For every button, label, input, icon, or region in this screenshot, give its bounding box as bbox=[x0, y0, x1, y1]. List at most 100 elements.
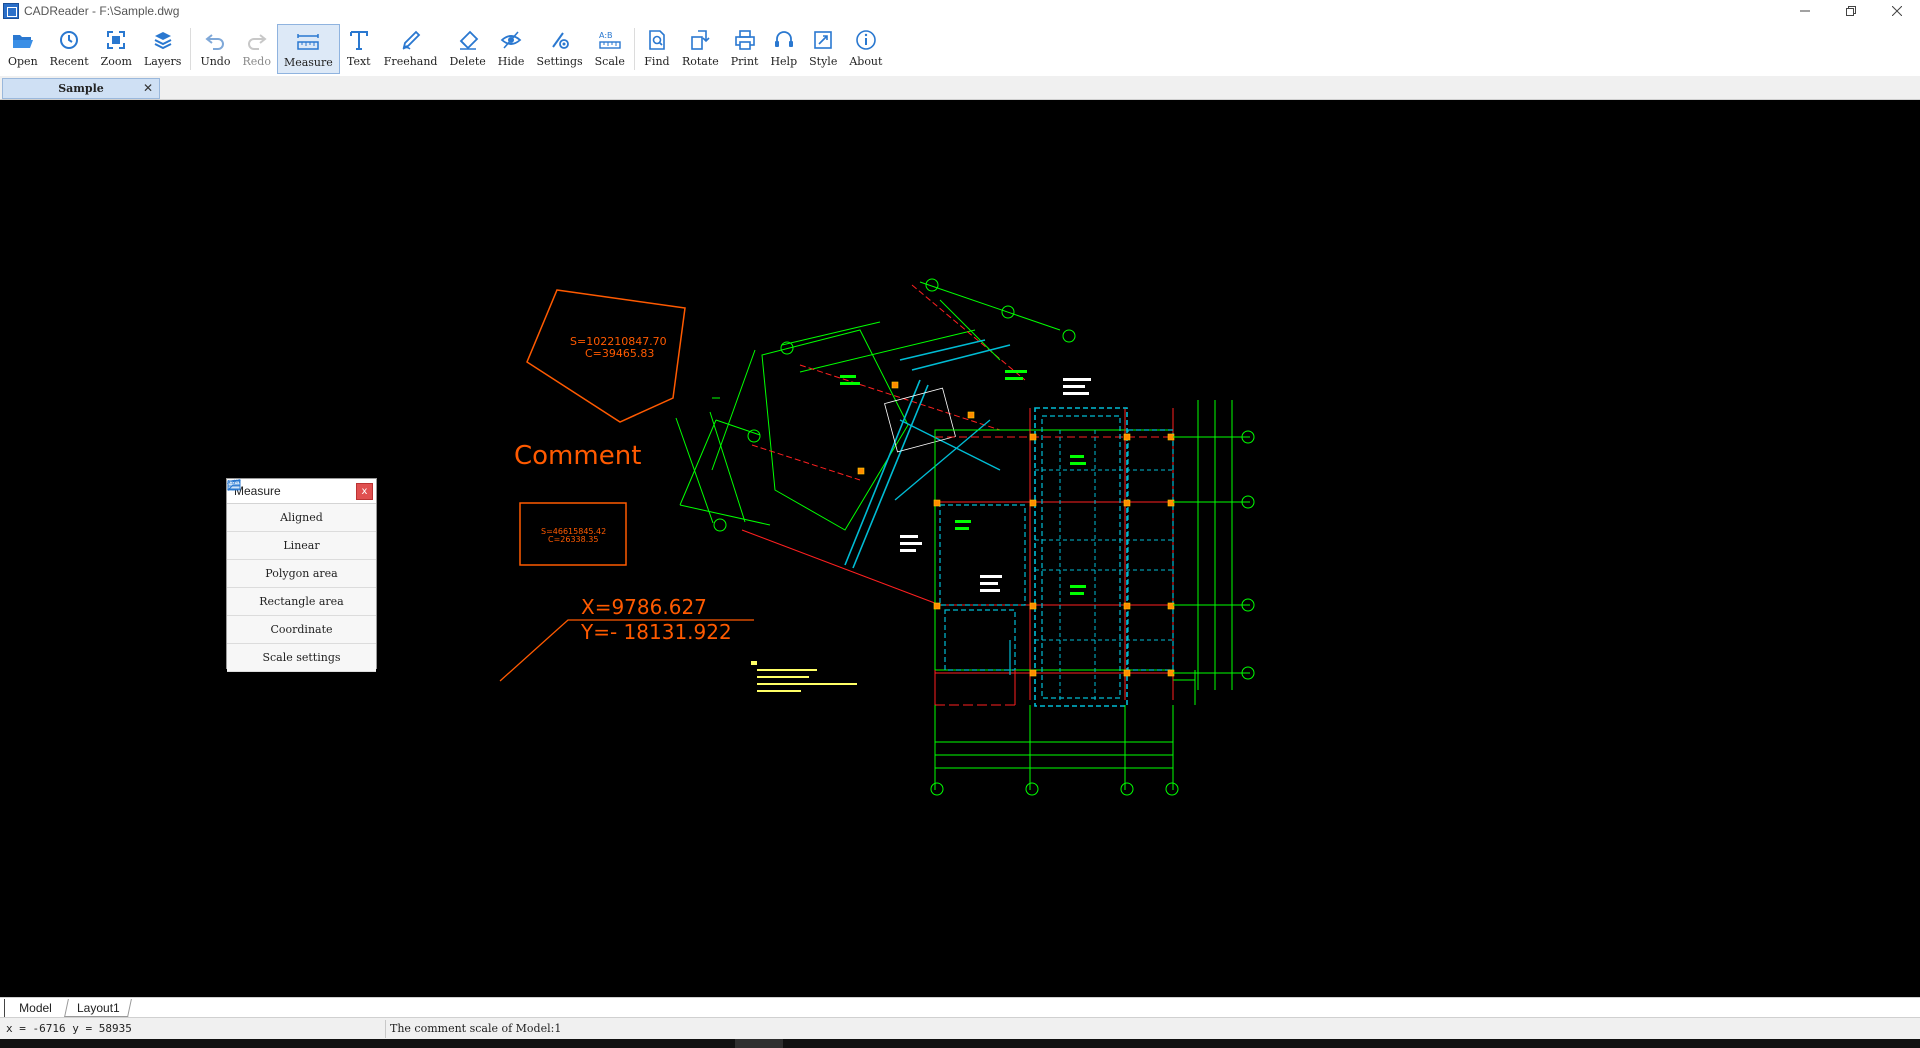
measure-aligned-button[interactable]: Aligned bbox=[227, 479, 376, 532]
open-button[interactable]: Open bbox=[2, 24, 44, 74]
ribbon-toolbar: Open Recent Zoom Layers Undo Redo Measur… bbox=[0, 22, 1920, 76]
rectangle-area-label: Rectangle area bbox=[259, 595, 344, 608]
freehand-label: Freehand bbox=[383, 55, 438, 68]
toolbar-separator bbox=[633, 28, 635, 70]
scale-settings-icon: A:B bbox=[227, 480, 241, 491]
drawing-canvas[interactable]: S=102210847.70 C=39465.83 Comment S=4661… bbox=[0, 100, 1920, 997]
print-label: Print bbox=[730, 55, 759, 68]
rotated-wing bbox=[675, 281, 1061, 606]
about-button[interactable]: About bbox=[843, 24, 888, 74]
help-label: Help bbox=[770, 55, 798, 68]
style-button[interactable]: Style bbox=[803, 24, 843, 74]
document-tab-strip: Sample ✕ bbox=[0, 76, 1920, 100]
measure-rectangle-area-button[interactable]: Rectangle area bbox=[227, 480, 376, 616]
print-button[interactable]: Print bbox=[725, 24, 765, 74]
drawing-notes bbox=[751, 661, 857, 692]
zoom-button[interactable]: Zoom bbox=[95, 24, 138, 74]
close-icon bbox=[1892, 6, 1902, 16]
app-logo-icon bbox=[3, 3, 19, 19]
status-bar: x = -6716 y = 58935 The comment scale of… bbox=[0, 1017, 1920, 1039]
rect-perimeter-value: C=26338.35 bbox=[548, 535, 598, 544]
scale-button[interactable]: A:B Scale bbox=[589, 24, 631, 74]
undo-button[interactable]: Undo bbox=[194, 24, 236, 74]
folder-open-icon bbox=[12, 35, 33, 48]
bottom-dimensions bbox=[930, 705, 1179, 796]
measure-panel-close-button[interactable]: x bbox=[356, 483, 373, 500]
toolbar-separator bbox=[190, 28, 192, 70]
measure-panel-header: Measure bbox=[227, 479, 376, 504]
delete-label: Delete bbox=[449, 55, 486, 68]
measure-linear-button[interactable]: Linear bbox=[227, 482, 376, 560]
measure-coordinate-button[interactable]: X,Y Coordinate bbox=[227, 479, 376, 644]
tab-layout1-label: Layout1 bbox=[76, 1000, 120, 1015]
settings-button[interactable]: Settings bbox=[530, 24, 588, 74]
labels-green bbox=[840, 370, 1086, 595]
layers-button[interactable]: Layers bbox=[138, 24, 188, 74]
tab-model-label: Model bbox=[19, 1001, 52, 1015]
find-button[interactable]: Find bbox=[638, 24, 676, 74]
main-block bbox=[934, 407, 1196, 707]
style-icon bbox=[814, 31, 833, 49]
layout-tab-bar: Model Layout1 bbox=[0, 997, 1920, 1017]
minimize-icon bbox=[1800, 10, 1810, 12]
scale-settings-label: Scale settings bbox=[262, 651, 341, 664]
hide-button[interactable]: Hide bbox=[492, 24, 531, 74]
settings-icon bbox=[551, 32, 569, 49]
rotate-label: Rotate bbox=[681, 55, 719, 68]
layers-label: Layers bbox=[143, 55, 182, 68]
window-title: CADReader - F:\Sample.dwg bbox=[24, 4, 180, 18]
clock-icon bbox=[60, 31, 79, 49]
find-label: Find bbox=[644, 55, 670, 68]
measure-scale-settings-button[interactable]: A:B Scale settings bbox=[227, 480, 376, 672]
info-icon bbox=[856, 30, 876, 50]
undo-label: Undo bbox=[200, 55, 231, 68]
coordinate-label: Coordinate bbox=[270, 623, 333, 636]
about-label: About bbox=[849, 55, 883, 68]
comment-annotation: Comment bbox=[514, 441, 641, 471]
coordinate-x-value: X=9786.627 bbox=[581, 595, 707, 619]
redo-label: Redo bbox=[242, 55, 271, 68]
aligned-label: Aligned bbox=[280, 511, 323, 524]
settings-label: Settings bbox=[536, 55, 583, 68]
svg-text:A:B: A:B bbox=[599, 31, 613, 40]
rotate-icon bbox=[691, 30, 710, 50]
printer-icon bbox=[734, 30, 755, 50]
status-message: The comment scale of Model:1 bbox=[390, 1022, 562, 1035]
document-tab-label: Sample bbox=[58, 82, 104, 95]
linear-label: Linear bbox=[283, 539, 320, 552]
measure-button[interactable]: Measure bbox=[276, 24, 340, 74]
polygon-area-label: Polygon area bbox=[265, 567, 338, 580]
redo-button[interactable]: Redo bbox=[236, 24, 276, 74]
freehand-button[interactable]: Freehand bbox=[378, 24, 444, 74]
labels-white bbox=[900, 378, 1091, 592]
delete-button[interactable]: Delete bbox=[443, 24, 491, 74]
tab-close-icon[interactable]: ✕ bbox=[143, 81, 153, 95]
close-button[interactable] bbox=[1874, 0, 1920, 22]
measure-icon bbox=[297, 34, 320, 50]
recent-label: Recent bbox=[49, 55, 89, 68]
help-button[interactable]: Help bbox=[764, 24, 803, 74]
restore-icon bbox=[1846, 6, 1856, 16]
tab-layout1[interactable]: Layout1 bbox=[64, 999, 132, 1017]
minimize-button[interactable] bbox=[1782, 0, 1828, 22]
recent-button[interactable]: Recent bbox=[44, 24, 95, 74]
right-dimensions bbox=[1173, 400, 1255, 690]
bottom-strip bbox=[0, 1039, 1920, 1048]
find-icon bbox=[649, 30, 665, 50]
bottom-strip-block bbox=[735, 1039, 783, 1048]
zoom-extents-icon bbox=[107, 31, 126, 49]
undo-icon bbox=[205, 34, 225, 50]
text-button[interactable]: Text bbox=[340, 24, 378, 74]
zoom-label: Zoom bbox=[100, 55, 132, 68]
measure-panel-title: Measure bbox=[234, 484, 281, 498]
measure-polygon-area-button[interactable]: Polygon area bbox=[227, 479, 376, 588]
status-divider bbox=[385, 1020, 386, 1038]
text-icon bbox=[349, 31, 368, 50]
rotate-button[interactable]: Rotate bbox=[676, 24, 725, 74]
eraser-icon bbox=[459, 30, 478, 50]
document-tab-sample[interactable]: Sample ✕ bbox=[2, 78, 160, 99]
tab-model[interactable]: Model bbox=[4, 999, 66, 1017]
eye-icon bbox=[500, 31, 522, 49]
restore-button[interactable] bbox=[1828, 0, 1874, 22]
headset-icon bbox=[774, 31, 793, 47]
